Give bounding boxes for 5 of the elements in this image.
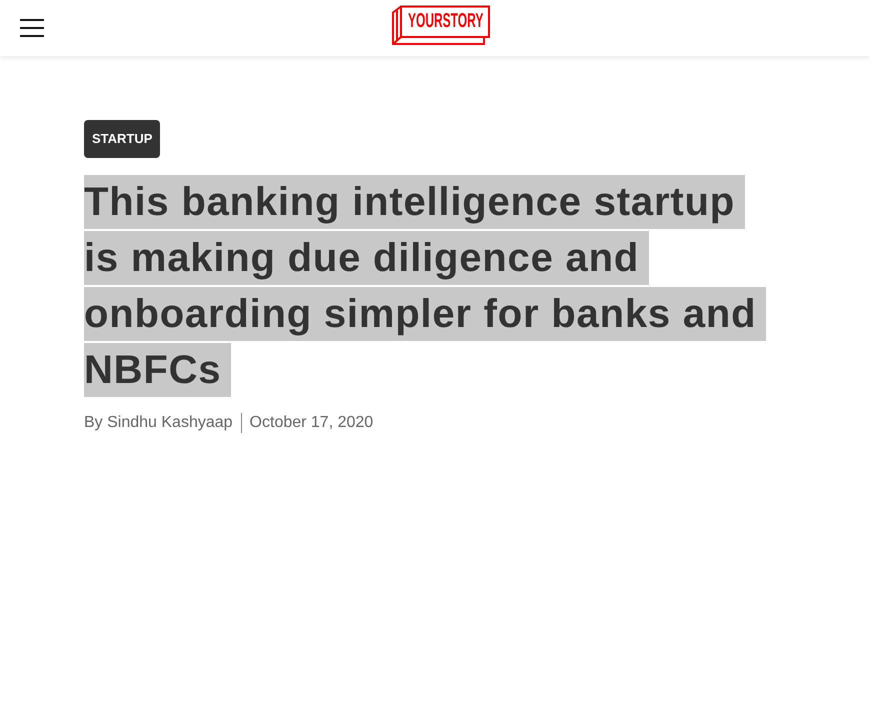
category-tag[interactable]: STARTUP	[84, 120, 160, 158]
menu-icon	[20, 19, 44, 37]
author-link[interactable]: By Sindhu Kashyaap	[84, 413, 233, 433]
menu-button[interactable]	[20, 19, 44, 37]
publish-date: October 17, 2020	[250, 413, 374, 433]
